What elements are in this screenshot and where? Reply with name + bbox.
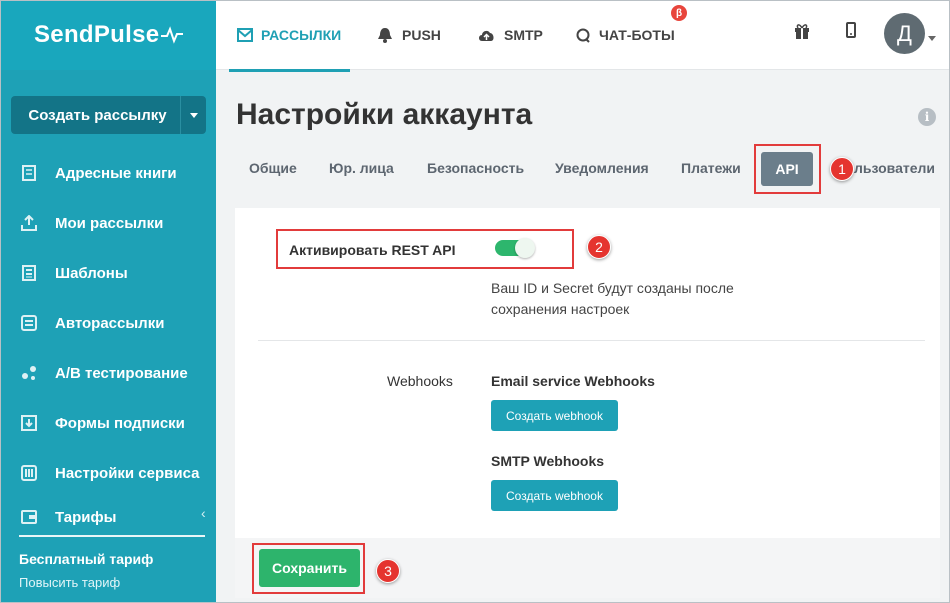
- webhooks-label: Webhooks: [387, 373, 453, 389]
- api-hint-line2: сохранения настроек: [491, 301, 630, 317]
- sidebar-item-label: A/B тестирование: [55, 364, 188, 382]
- smtp-webhooks-title: SMTP Webhooks: [491, 453, 605, 469]
- sidebar-item-my-campaigns[interactable]: Мои рассылки: [1, 198, 217, 248]
- highlight-rest-api-toggle: [276, 229, 574, 269]
- avatar[interactable]: Д: [884, 13, 925, 54]
- settings-sliders-icon: [20, 464, 38, 482]
- sidebar-item-label: Мои рассылки: [55, 214, 164, 232]
- sidebar-item-label: Авторассылки: [55, 314, 165, 332]
- sidebar-divider: [19, 535, 205, 537]
- tab-security[interactable]: Безопасность: [427, 160, 524, 176]
- sidebar-item-tariffs[interactable]: Тарифы: [1, 498, 217, 536]
- upgrade-plan-link[interactable]: Повысить тариф: [19, 575, 120, 590]
- highlight-api-tab: [754, 144, 821, 194]
- chat-icon: [576, 28, 591, 43]
- email-webhooks-title: Email service Webhooks: [491, 373, 655, 389]
- book-icon: [20, 164, 38, 182]
- create-email-webhook-button[interactable]: Создать webhook: [491, 400, 618, 431]
- template-icon: [20, 264, 38, 282]
- create-campaign-label: Создать рассылку: [28, 106, 167, 124]
- sidebar-nav: Адресные книги Мои рассылки Шаблоны Авто…: [1, 148, 217, 536]
- topnav-label: РАССЫЛКИ: [261, 27, 342, 43]
- sidebar-item-label: Адресные книги: [55, 164, 177, 182]
- sidebar-item-label: Формы подписки: [55, 414, 185, 432]
- tab-payments[interactable]: Платежи: [681, 160, 741, 176]
- topnav-label: ЧАТ-БОТЫ: [599, 27, 675, 43]
- wallet-icon: [20, 508, 38, 526]
- mail-icon: [237, 28, 253, 42]
- sidebar-item-ab-testing[interactable]: A/B тестирование: [1, 348, 217, 398]
- topnav-label: PUSH: [402, 27, 441, 43]
- topnav-chatbots[interactable]: ЧАТ-БОТЫ: [576, 0, 675, 70]
- logo[interactable]: SendPulse: [1, 0, 217, 70]
- tab-general[interactable]: Общие: [249, 160, 297, 176]
- pulse-icon: [161, 26, 184, 44]
- sidebar-item-label: Шаблоны: [55, 264, 128, 282]
- topnav-campaigns[interactable]: РАССЫЛКИ: [237, 0, 341, 70]
- gift-icon[interactable]: [794, 22, 810, 45]
- api-hint-line1: Ваш ID и Secret будут созданы после: [491, 280, 734, 296]
- topnav-push[interactable]: PUSH: [376, 0, 441, 70]
- bell-icon: [376, 27, 394, 43]
- highlight-save-button: [252, 543, 365, 594]
- annotation-badge-2: 2: [587, 235, 611, 259]
- logo-text: SendPulse: [34, 21, 160, 48]
- mobile-icon[interactable]: [846, 22, 856, 45]
- sidebar-item-label: Тарифы: [55, 508, 117, 526]
- annotation-badge-1: 1: [830, 157, 854, 181]
- top-navbar: РАССЫЛКИ PUSH SMTP ЧАТ-БОТЫ β Д: [216, 0, 950, 72]
- divider: [258, 340, 925, 341]
- create-smtp-webhook-button[interactable]: Создать webhook: [491, 480, 618, 511]
- automation-icon: [20, 314, 38, 332]
- sidebar-item-templates[interactable]: Шаблоны: [1, 248, 217, 298]
- chevron-down-icon[interactable]: [180, 96, 206, 134]
- page-title: Настройки аккаунта: [236, 98, 533, 131]
- active-tab-underline: [229, 69, 350, 72]
- info-icon[interactable]: i: [918, 108, 936, 126]
- sidebar-item-automations[interactable]: Авторассылки: [1, 298, 217, 348]
- tab-notifications[interactable]: Уведомления: [555, 160, 649, 176]
- chevron-down-icon[interactable]: [928, 36, 936, 41]
- annotation-badge-3: 3: [376, 559, 400, 583]
- collapse-sidebar-icon[interactable]: ‹: [201, 505, 206, 521]
- sidebar-item-service-settings[interactable]: Настройки сервиса: [1, 448, 217, 498]
- sidebar-item-label: Настройки сервиса: [55, 464, 200, 482]
- sidebar: SendPulse Создать рассылку Адресные книг…: [0, 0, 217, 603]
- tab-legal-entities[interactable]: Юр. лица: [329, 160, 394, 176]
- cloud-upload-icon: [477, 28, 496, 42]
- upload-icon: [20, 214, 38, 232]
- form-icon: [20, 414, 38, 432]
- topnav-smtp[interactable]: SMTP: [477, 0, 543, 70]
- topnav-label: SMTP: [504, 27, 543, 43]
- tab-users[interactable]: льзователи: [854, 160, 935, 176]
- create-campaign-button[interactable]: Создать рассылку: [11, 96, 206, 134]
- sidebar-item-subscription-forms[interactable]: Формы подписки: [1, 398, 217, 448]
- api-hint: Ваш ID и Secret будут созданы после сохр…: [491, 278, 791, 320]
- sidebar-item-address-books[interactable]: Адресные книги: [1, 148, 217, 198]
- beta-badge: β: [671, 5, 687, 21]
- ab-test-icon: [20, 364, 38, 382]
- plan-name: Бесплатный тариф: [19, 551, 154, 567]
